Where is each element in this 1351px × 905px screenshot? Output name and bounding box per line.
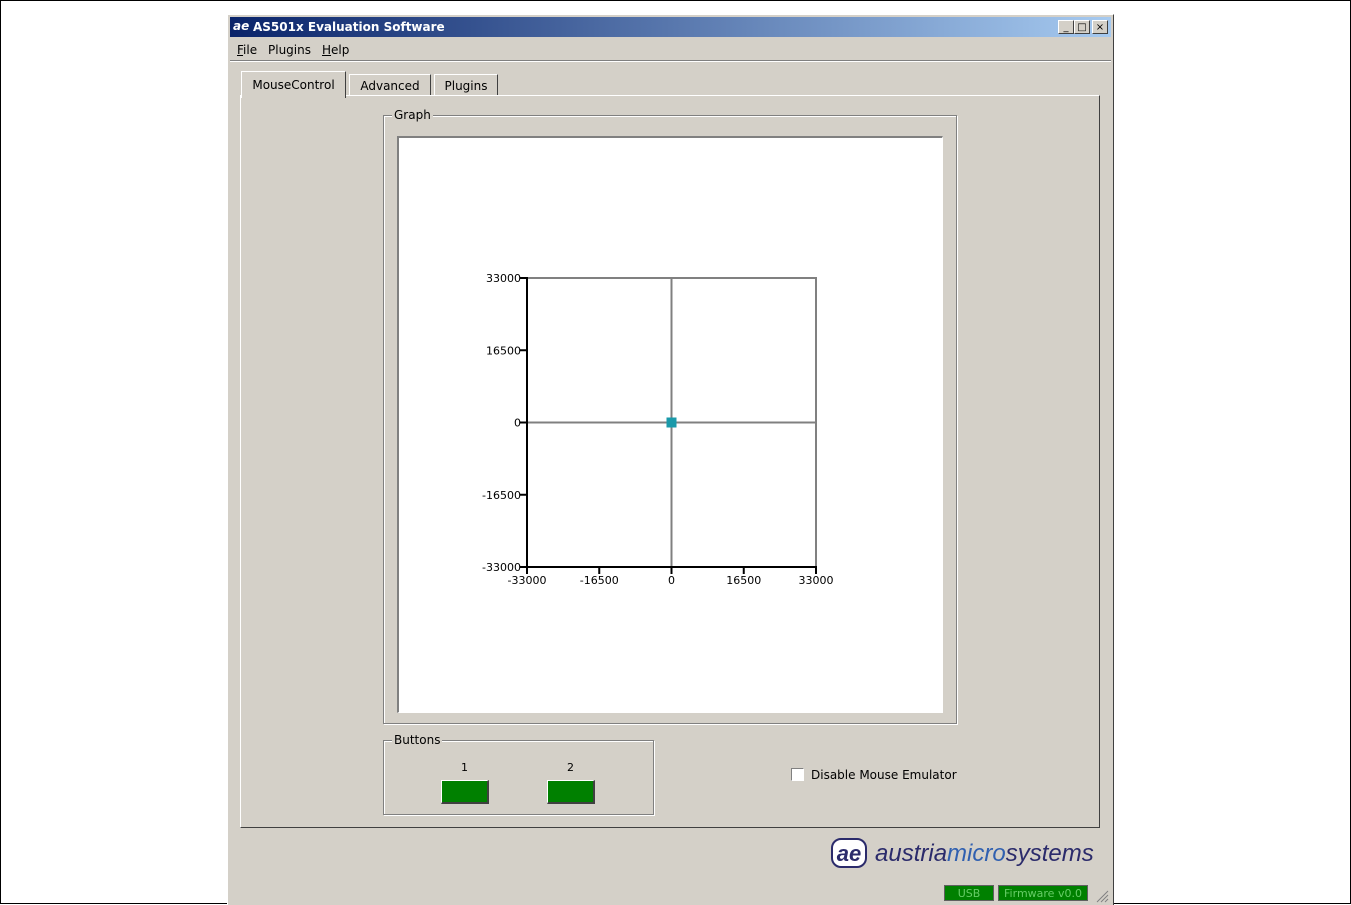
disable-mouse-emulator-checkbox[interactable] xyxy=(791,768,804,781)
maximize-button[interactable]: □ xyxy=(1074,20,1090,34)
app-window: ae AS501x Evaluation Software _ □ × File… xyxy=(227,14,1114,905)
x-tick-label: 0 xyxy=(668,574,675,587)
button-2-label: 2 xyxy=(567,761,574,774)
x-tick-label: -33000 xyxy=(508,574,547,587)
graph-group-label: Graph xyxy=(392,108,433,122)
button-1-indicator xyxy=(441,780,489,804)
menu-plugins[interactable]: Plugins xyxy=(268,43,311,57)
usb-status: USB xyxy=(944,885,994,901)
y-tick-label: -33000 xyxy=(482,561,521,574)
x-tick-label: 33000 xyxy=(799,574,834,587)
tab-mousecontrol[interactable]: MouseControl xyxy=(241,71,346,98)
title-bar[interactable]: ae AS501x Evaluation Software _ □ × xyxy=(230,17,1111,37)
menu-separator xyxy=(230,60,1111,62)
menu-help[interactable]: Help xyxy=(322,43,349,57)
y-tick-label: 0 xyxy=(514,417,521,430)
ae-logo-mark: ae xyxy=(831,838,867,868)
tab-advanced[interactable]: Advanced xyxy=(349,74,431,96)
graph-group: Graph 33000 16500 0 -16500 -33000 -33000 -1650… xyxy=(383,108,957,724)
y-tick-label: 16500 xyxy=(486,344,521,357)
data-point xyxy=(666,417,677,428)
window-title: AS501x Evaluation Software xyxy=(253,20,445,34)
button-1-label: 1 xyxy=(461,761,468,774)
y-tick-label: -16500 xyxy=(482,489,521,502)
x-tick-label: -16500 xyxy=(580,574,619,587)
graph-canvas: 33000 16500 0 -16500 -33000 -33000 -16500 0 1650… xyxy=(397,136,943,713)
tab-plugins[interactable]: Plugins xyxy=(434,74,498,96)
minimize-button[interactable]: _ xyxy=(1058,20,1074,34)
disable-mouse-emulator-label[interactable]: Disable Mouse Emulator xyxy=(811,768,957,782)
menu-file[interactable]: File xyxy=(237,43,257,57)
button-2-indicator xyxy=(547,780,595,804)
austriamicrosystems-logo: ae austriamicrosystems xyxy=(831,838,1094,868)
menu-bar: File Plugins Help xyxy=(230,41,1111,59)
position-chart: 33000 16500 0 -16500 -33000-33000 -16500 0 1650… xyxy=(482,272,834,587)
buttons-group-label: Buttons xyxy=(392,733,443,747)
firmware-status: Firmware v0.0 xyxy=(998,885,1088,901)
x-tick-label: 16500 xyxy=(726,574,761,587)
ae-logo-icon: ae xyxy=(233,19,250,33)
buttons-group: Buttons 1 2 xyxy=(383,733,654,815)
resize-grip-icon[interactable] xyxy=(1095,889,1109,903)
y-tick-label: 33000 xyxy=(486,272,521,285)
close-button[interactable]: × xyxy=(1092,20,1108,34)
